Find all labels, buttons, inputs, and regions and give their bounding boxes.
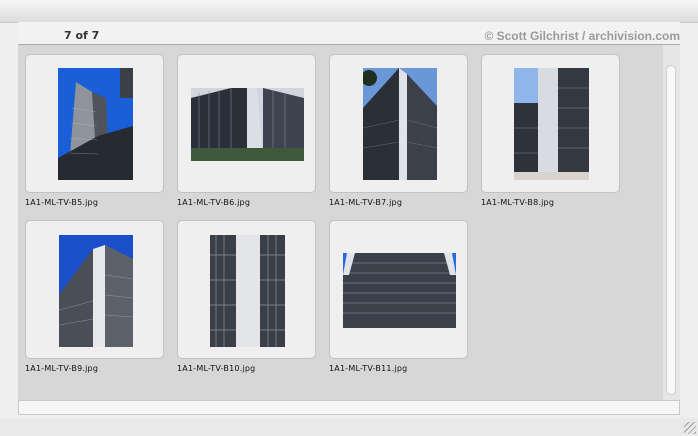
thumbnail-caption: 1A1-ML-TV-B5.jpg bbox=[25, 198, 99, 207]
photo-credit: © Scott Gilchrist / archivision.com bbox=[484, 29, 680, 43]
thumbnail-caption: 1A1-ML-TV-B8.jpg bbox=[481, 198, 555, 207]
viewer-header: 7 of 7 © Scott Gilchrist / archivision.c… bbox=[18, 22, 680, 44]
thumbnail-caption: 1A1-ML-TV-B11.jpg bbox=[329, 364, 408, 373]
photo-b5 bbox=[58, 68, 133, 180]
image-counter: 7 of 7 bbox=[64, 29, 100, 42]
thumbnail-card-b8[interactable] bbox=[481, 54, 620, 193]
thumbnail-caption: 1A1-ML-TV-B9.jpg bbox=[25, 364, 99, 373]
thumbnail-caption: 1A1-ML-TV-B7.jpg bbox=[329, 198, 403, 207]
thumbnail-caption: 1A1-ML-TV-B6.jpg bbox=[177, 198, 251, 207]
thumbnail-card-b7[interactable] bbox=[329, 54, 468, 193]
thumbnail-card-b11[interactable] bbox=[329, 220, 468, 359]
thumbnail-card-b6[interactable] bbox=[177, 54, 316, 193]
thumbnail-caption: 1A1-ML-TV-B10.jpg bbox=[177, 364, 256, 373]
window-status-bar bbox=[0, 418, 698, 436]
photo-b8 bbox=[514, 68, 589, 180]
horizontal-scrollbar[interactable] bbox=[18, 400, 680, 415]
photo-b11 bbox=[343, 253, 456, 328]
photo-b7 bbox=[363, 68, 437, 180]
resize-grip-icon[interactable] bbox=[684, 422, 696, 434]
thumbnail-card-b9[interactable] bbox=[25, 220, 164, 359]
photo-b6 bbox=[191, 88, 304, 161]
photo-b10 bbox=[210, 235, 285, 347]
thumbnail-grid: 1A1-ML-TV-B5.jpg 1A1-ML-TV-B6.jpg 1A1-ML… bbox=[18, 45, 663, 400]
photo-b9 bbox=[59, 235, 133, 347]
window-top-bar bbox=[0, 0, 698, 23]
thumbnail-card-b5[interactable] bbox=[25, 54, 164, 193]
thumbnail-card-b10[interactable] bbox=[177, 220, 316, 359]
vertical-scrollbar[interactable] bbox=[663, 45, 680, 400]
vertical-scroll-thumb[interactable] bbox=[666, 65, 676, 395]
